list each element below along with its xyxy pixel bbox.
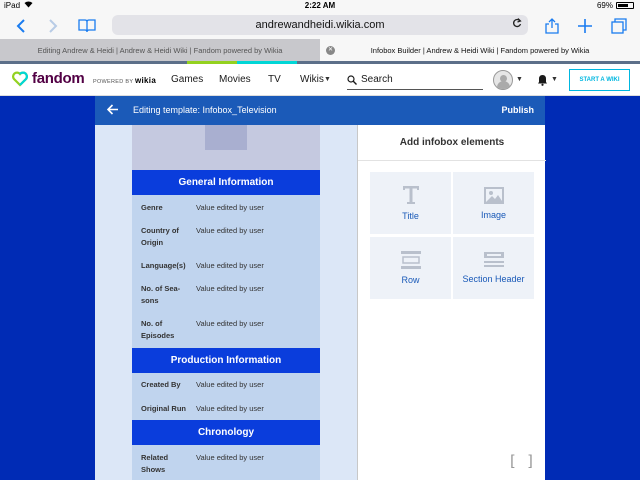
status-bar: iPad 2:22 AM 69% (0, 0, 640, 12)
avatar[interactable] (493, 70, 513, 90)
browser-toolbar: andrewandheidi.wikia.com (0, 12, 640, 39)
publish-button[interactable]: Publish (501, 105, 534, 115)
nav-link-games[interactable]: Games (171, 74, 203, 85)
row-label: Country of Origin (141, 226, 179, 247)
status-right: 69% (597, 1, 634, 10)
group-general-rows: Genre Value edited by user Country of Or… (132, 195, 320, 348)
row-value: Value edited by user (196, 203, 264, 212)
search-icon (347, 74, 357, 85)
add-row-element-button[interactable]: Row (370, 237, 451, 299)
battery-icon (616, 2, 634, 9)
add-elements-title: Add infobox elements (358, 125, 546, 161)
group-header-label: Chronology (197, 427, 255, 438)
nav-link-wikis[interactable]: Wikis (300, 74, 324, 85)
tile-label: Image (480, 209, 506, 220)
wikia-brand: wikia (135, 76, 157, 85)
wikis-caret-icon[interactable]: ▼ (324, 76, 331, 83)
row-value: Value edited by user (196, 404, 264, 413)
notifications-bell-icon[interactable] (537, 73, 548, 91)
row-value: Value edited by user (196, 453, 264, 462)
user-menu-caret-icon[interactable]: ▼ (516, 76, 523, 83)
status-time: 2:22 AM (304, 1, 336, 10)
row-value: Value edited by user (196, 319, 264, 328)
back-arrow-icon[interactable] (106, 103, 119, 118)
add-image-element-button[interactable]: Image (453, 172, 534, 234)
row-value: Value edited by user (196, 380, 264, 389)
search-placeholder: Search (361, 74, 393, 85)
tile-label: Title (402, 211, 419, 221)
row-value: Value edited by user (196, 261, 264, 270)
group-chronology-rows: Related Shows Value edited by user (132, 445, 320, 480)
tab-label: Infobox Builder | Andrew & Heidi Wiki | … (370, 45, 590, 55)
start-a-wiki-button[interactable]: START A WIKI (569, 69, 630, 91)
url-text: andrewandheidi.wikia.com (255, 19, 385, 31)
group-header-label: Production Information (170, 355, 282, 366)
row-label: No. of Episodes (141, 319, 175, 340)
battery-percent: 69% (596, 1, 613, 10)
row-value: Value edited by user (196, 284, 264, 293)
fandom-global-nav: fandom POWERED BY wikia Games Movies TV … (0, 64, 640, 96)
row-label: Related Shows (141, 453, 169, 474)
fandom-logo[interactable]: fandom (12, 70, 85, 87)
search-input[interactable]: Search (347, 70, 483, 90)
row-label: No. of Sea-sons (141, 284, 181, 305)
bookmarks-icon[interactable] (76, 15, 98, 37)
group-header-general[interactable]: General Information (132, 170, 320, 195)
row-value: Value edited by user (196, 226, 264, 235)
fandom-wordmark: fandom (32, 70, 85, 87)
tabs-overview-icon[interactable] (608, 15, 630, 37)
tabs-bar: Editing Andrew & Heidi | Andrew & Heidi … (0, 39, 640, 61)
editor-title: Editing template: Infobox_Television (133, 105, 277, 115)
back-chevron-icon[interactable] (10, 15, 32, 37)
image-icon (483, 186, 504, 204)
tab-label: Editing Andrew & Heidi | Andrew & Heidi … (37, 45, 283, 55)
row-label: Created By (141, 380, 181, 389)
reload-icon[interactable] (512, 18, 522, 32)
add-elements-panel: Add infobox elements Title Image Row Sec… (357, 125, 546, 480)
nav-link-tv[interactable]: TV (268, 74, 281, 85)
forward-chevron-icon[interactable] (42, 15, 64, 37)
add-section-header-element-button[interactable]: Section Header (453, 237, 534, 299)
row-label: Language(s) (141, 261, 186, 270)
share-icon[interactable] (541, 15, 563, 37)
tile-label: Section Header (462, 274, 525, 284)
row-label: Genre (141, 203, 163, 212)
infobox-preview-pane: General Information Genre Value edited b… (95, 125, 357, 480)
group-production-rows: Created By Value edited by user Original… (132, 373, 320, 420)
tab-editing[interactable]: Editing Andrew & Heidi | Andrew & Heidi … (0, 39, 320, 61)
url-field[interactable]: andrewandheidi.wikia.com (112, 15, 528, 35)
editor-header: Editing template: Infobox_Television Pub… (95, 96, 545, 125)
title-icon (402, 186, 419, 204)
infobox-image-placeholder[interactable] (132, 125, 320, 170)
tab-infobox-builder[interactable]: ✕ Infobox Builder | Andrew & Heidi Wiki … (320, 39, 640, 61)
section-header-icon (483, 252, 504, 267)
row-label: Original Run (141, 404, 186, 413)
powered-by-text: POWERED BY (93, 79, 134, 85)
powered-by-wikia: POWERED BY wikia (93, 76, 156, 85)
add-title-element-button[interactable]: Title (370, 172, 451, 234)
nav-link-movies[interactable]: Movies (219, 74, 251, 85)
tile-label: Row (401, 275, 420, 285)
notifications-caret-icon[interactable]: ▼ (551, 76, 558, 83)
group-header-chronology[interactable]: Chronology (132, 420, 320, 445)
fandom-heart-icon (12, 71, 28, 87)
group-header-label: General Information (178, 177, 274, 188)
new-tab-plus-icon[interactable] (574, 15, 596, 37)
close-tab-icon[interactable]: ✕ (326, 45, 335, 55)
group-header-production[interactable]: Production Information (132, 348, 320, 373)
row-icon (400, 251, 421, 269)
expand-brackets-icon[interactable]: [ ] (508, 452, 535, 470)
